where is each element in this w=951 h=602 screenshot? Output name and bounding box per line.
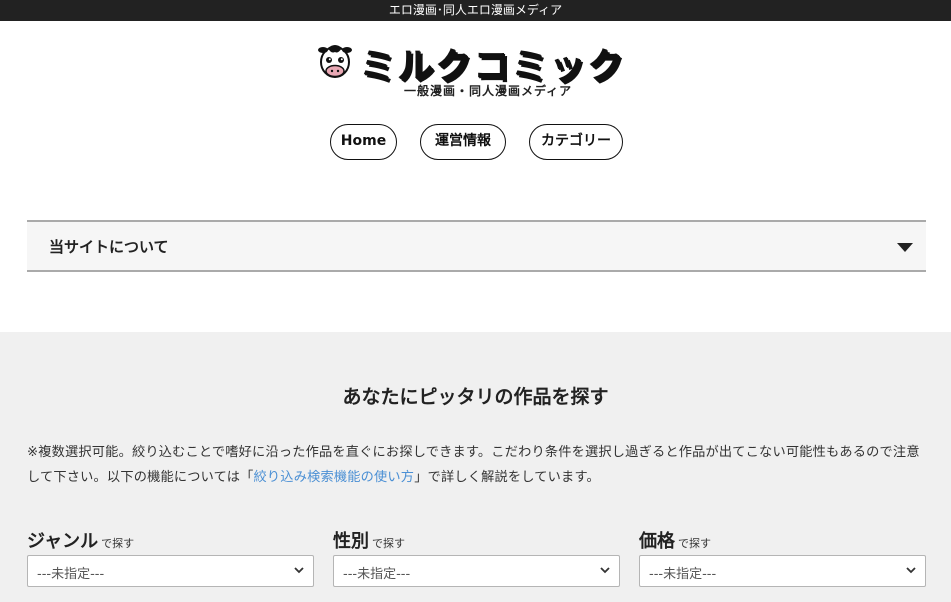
- search-description-text-end: 」で詳しく解説をしています。: [414, 470, 600, 485]
- chevron-down-icon: [600, 567, 610, 574]
- genre-filter-suffix: で探す: [101, 537, 135, 550]
- triangle-down-icon[interactable]: [897, 243, 913, 252]
- search-section: あなたにピッタリの作品を探す ※複数選択可能。絞り込むことで嗜好に沿った作品を直…: [0, 332, 951, 602]
- gender-select-value: ---未指定---: [343, 567, 411, 582]
- search-description: ※複数選択可能。絞り込むことで嗜好に沿った作品を直ぐにお探しできます。こだわり条…: [27, 440, 932, 490]
- genre-select-value: ---未指定---: [37, 567, 105, 582]
- price-filter-title: 価格: [639, 531, 675, 552]
- logo-tagline: 一般漫画・同人漫画メディア: [404, 84, 573, 98]
- nav-home-button[interactable]: Home: [330, 124, 397, 160]
- price-filter-label: 価格 で探す: [639, 527, 926, 552]
- gender-filter: 性別 で探す ---未指定---: [333, 527, 620, 587]
- price-select-value: ---未指定---: [649, 567, 717, 582]
- site-logo[interactable]: ミルクコミック 一般漫画・同人漫画メディア: [316, 38, 636, 104]
- gender-filter-label: 性別 で探す: [333, 527, 620, 552]
- gender-filter-suffix: で探す: [372, 537, 405, 550]
- search-title: あなたにピッタリの作品を探す: [342, 386, 609, 408]
- topbar-text: エロ漫画･同人エロ漫画メディア: [388, 3, 563, 17]
- genre-filter: ジャンル で探す ---未指定---: [27, 527, 314, 587]
- search-help-link[interactable]: 絞り込み検索機能の使い方: [254, 470, 415, 485]
- price-filter: 価格 で探す ---未指定---: [639, 527, 926, 587]
- gender-select[interactable]: ---未指定---: [333, 555, 620, 587]
- nav-category-button[interactable]: カテゴリー: [529, 124, 623, 160]
- price-filter-suffix: で探す: [678, 537, 711, 550]
- genre-filter-title: ジャンル: [27, 531, 99, 552]
- chevron-down-icon: [906, 567, 916, 574]
- about-accordion-title: 当サイトについて: [49, 238, 169, 256]
- gender-filter-title: 性別: [333, 531, 369, 552]
- about-accordion[interactable]: 当サイトについて: [27, 220, 926, 272]
- genre-select[interactable]: ---未指定---: [27, 555, 314, 587]
- cow-mascot-icon: [318, 45, 352, 78]
- main-nav: Home 運営情報 カテゴリー: [0, 124, 951, 160]
- chevron-down-icon: [294, 567, 304, 574]
- topbar: エロ漫画･同人エロ漫画メディア: [0, 0, 951, 21]
- price-select[interactable]: ---未指定---: [639, 555, 926, 587]
- genre-filter-label: ジャンル で探す: [27, 527, 314, 552]
- nav-about-button[interactable]: 運営情報: [420, 124, 506, 160]
